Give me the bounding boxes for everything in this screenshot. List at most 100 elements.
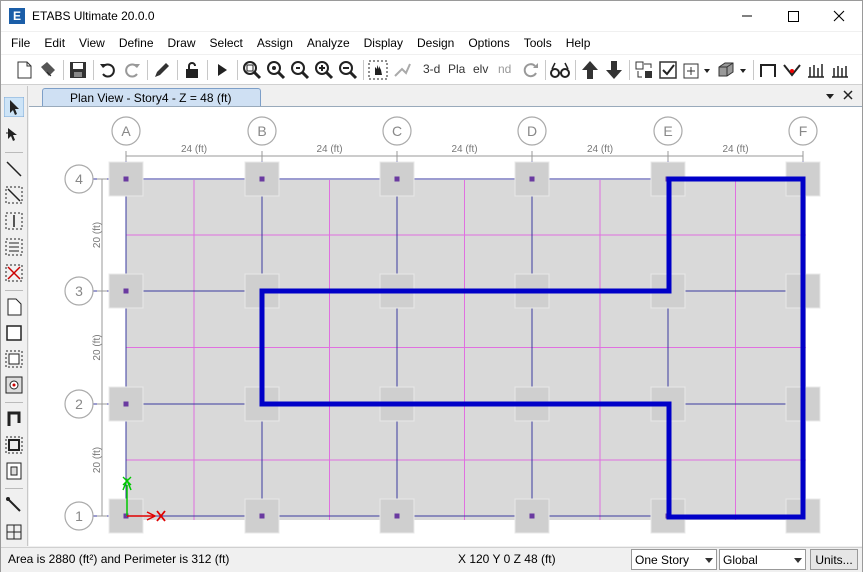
grid-label-y: 2 [75,396,83,412]
draw-column-icon[interactable] [4,211,24,231]
column-point[interactable] [259,176,265,182]
perspective-glasses-icon[interactable] [549,59,571,81]
draw-wall-icon[interactable] [4,409,24,429]
object-shrink-icon[interactable] [633,59,655,81]
set-display-options-icon[interactable] [657,59,679,81]
draw-beam-icon[interactable] [4,159,24,179]
zoom-window-icon[interactable] [241,59,263,81]
chevron-down-icon [794,558,802,563]
draw-wall-opening-icon[interactable] [4,461,24,481]
menu-select[interactable]: Select [203,32,250,54]
units-button[interactable]: Units... [810,549,858,570]
maximize-button[interactable] [770,1,816,31]
view-3d-button[interactable]: 3-d [423,62,440,76]
grid-label-y: 4 [75,171,83,187]
wall-load-icon[interactable] [829,59,851,81]
zoom-in-icon[interactable] [313,59,335,81]
pencil-icon[interactable] [151,59,173,81]
column-point[interactable] [123,176,129,182]
column-point[interactable] [123,288,129,294]
plan-view-canvas[interactable]: 24 (ft) 24 (ft) 24 (ft) 24 (ft) 24 (ft) 20 (f… [29,106,862,546]
draw-brace-icon[interactable] [4,185,24,205]
rotate-3d-icon[interactable] [519,59,541,81]
grid-label-y: 1 [75,508,83,524]
menu-design[interactable]: Design [410,32,461,54]
menu-display[interactable]: Display [357,32,410,54]
draw-opening-icon[interactable] [4,375,24,395]
dimension-label-x: 24 (ft) [181,144,207,155]
plan-view-button[interactable]: Pla [448,62,465,76]
toolbar-separator [5,290,23,291]
menu-assign[interactable]: Assign [250,32,300,54]
grid-label-x: F [799,123,808,139]
menu-define[interactable]: Define [112,32,161,54]
menu-options[interactable]: Options [461,32,516,54]
slab-area[interactable] [126,180,806,520]
toolbar-separator [575,60,576,80]
draw-rect-floor-icon[interactable] [4,323,24,343]
load-diagram-icon[interactable] [805,59,827,81]
grid-label-x: B [257,123,266,139]
draw-link-icon[interactable] [4,495,24,515]
draw-grid-icon[interactable] [4,522,24,542]
save-icon[interactable] [67,59,89,81]
undo-icon[interactable] [97,59,119,81]
menu-tools[interactable]: Tools [517,32,559,54]
move-down-icon[interactable] [603,59,625,81]
open-model-icon[interactable] [37,59,59,81]
toolbar-separator [177,60,178,80]
elevation-view-button[interactable]: elv [473,62,488,76]
redo-icon[interactable] [121,59,143,81]
column-point[interactable] [529,176,535,182]
draw-floor-icon[interactable] [4,297,24,317]
dropdown-arrow-icon[interactable] [738,59,748,81]
column-point[interactable] [394,513,400,519]
quick-draw-wall-icon[interactable] [4,435,24,455]
menu-help[interactable]: Help [559,32,598,54]
draw-cross-brace-icon[interactable] [4,263,24,283]
zoom-previous-icon[interactable] [289,59,311,81]
column-point[interactable] [259,513,265,519]
nd-button[interactable]: nd [498,62,511,76]
release-icon[interactable] [781,59,803,81]
story-select[interactable]: One Story [631,549,717,570]
new-model-icon[interactable] [13,59,35,81]
column-point[interactable] [529,513,535,519]
menu-view[interactable]: View [72,32,112,54]
quick-draw-floor-icon[interactable] [4,349,24,369]
toolbar-separator [5,152,23,153]
menu-draw[interactable]: Draw [161,32,203,54]
draw-secondary-beam-icon[interactable] [4,237,24,257]
dropdown-arrow-icon[interactable] [702,59,712,81]
zoom-out-icon[interactable] [337,59,359,81]
menu-file[interactable]: File [4,32,37,54]
tab-list-dropdown-icon[interactable] [825,90,835,102]
toolbar-separator [753,60,754,80]
chevron-down-icon [705,558,713,563]
column-point[interactable] [394,176,400,182]
zoom-restore-icon[interactable] [265,59,287,81]
tab-close-icon[interactable] [842,89,854,101]
tab-plan-view[interactable]: Plan View - Story4 - Z = 48 (ft) [42,88,261,107]
pointer-icon[interactable] [4,97,24,117]
plan-view-drawing[interactable]: 24 (ft) 24 (ft) 24 (ft) 24 (ft) 24 (ft) 20 (f… [29,107,862,547]
column-point[interactable] [123,401,129,407]
minimize-button[interactable] [724,1,770,31]
close-window-button[interactable] [816,1,862,31]
etabs-window: E ETABS Ultimate 20.0.0 File Edit View D… [0,0,863,572]
coordinate-system-select[interactable]: Global [719,549,806,570]
rubber-band-icon[interactable] [391,59,413,81]
menu-analyze[interactable]: Analyze [300,32,357,54]
reshape-icon[interactable] [4,125,24,145]
move-up-icon[interactable] [579,59,601,81]
grid-label-x: A [121,123,131,139]
frame-icon[interactable] [757,59,779,81]
lock-icon[interactable] [181,59,203,81]
assign-icon[interactable] [681,59,703,81]
menu-edit[interactable]: Edit [37,32,72,54]
title-bar: E ETABS Ultimate 20.0.0 [1,1,862,31]
toolbar-separator [629,60,630,80]
pan-icon[interactable] [367,59,389,81]
run-analysis-icon[interactable] [211,59,233,81]
extrude-view-icon[interactable] [715,59,737,81]
